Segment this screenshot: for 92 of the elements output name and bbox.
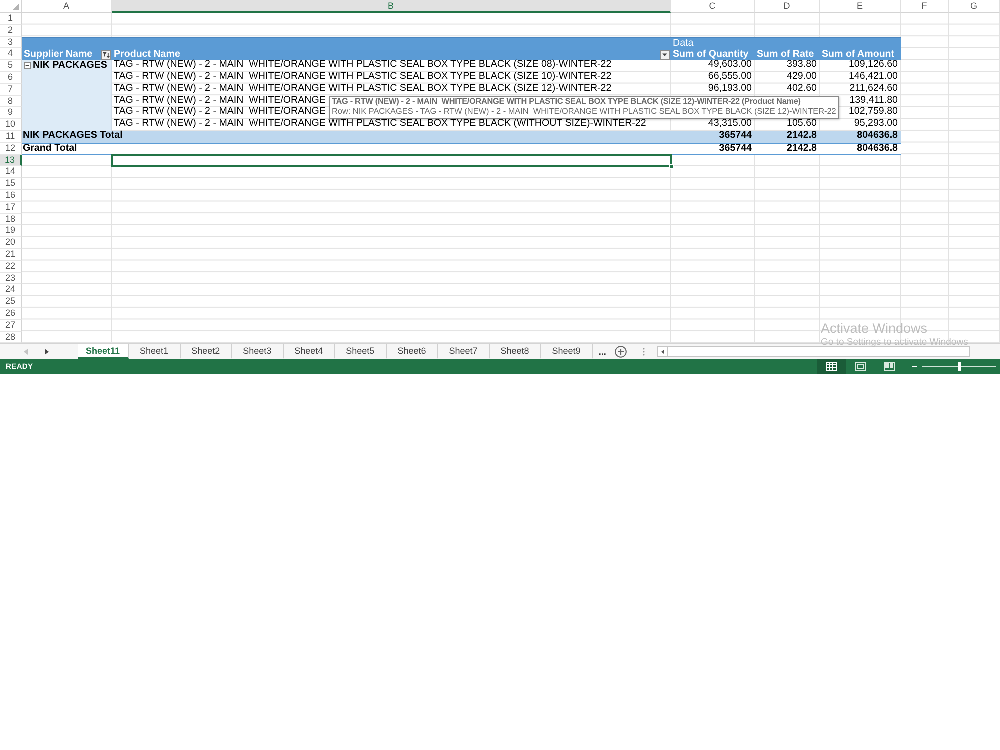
horizontal-scrollbar[interactable] — [657, 346, 970, 358]
column-header[interactable]: C — [671, 0, 755, 13]
dropdown-icon[interactable] — [660, 50, 670, 60]
quantity-cell-text: 49,603.00 — [707, 60, 753, 72]
collapse-icon[interactable] — [24, 62, 31, 70]
amount-cell-text: 139,411.80 — [848, 96, 899, 107]
zoom-slider-thumb[interactable] — [958, 362, 961, 372]
row-number[interactable]: 28 — [0, 332, 22, 344]
subtotal-cell: 365744 — [671, 130, 755, 143]
row-number[interactable]: 14 — [0, 166, 22, 178]
product-name-cell-text: TAG - RTW (NEW) - 2 - MAIN WHITE/ORANGE — [113, 96, 326, 106]
grid-icon — [826, 362, 837, 372]
grand-total-cell: 365744 — [671, 142, 755, 155]
row-number[interactable]: 6 — [0, 72, 22, 84]
amount-cell-text: 146,421.00 — [848, 72, 899, 84]
row-number[interactable]: 18 — [0, 214, 22, 226]
subtotal-cell: 804636.8 — [820, 130, 901, 143]
row-number[interactable]: 22 — [0, 260, 22, 273]
fill-handle[interactable] — [669, 164, 674, 170]
column-label: Sum of Quantity — [672, 49, 749, 60]
subtotal-label: NIK PACKAGES Total — [22, 130, 671, 143]
row-number[interactable]: 3 — [0, 36, 22, 48]
amount-cell-text: 109,126.60 — [848, 60, 899, 72]
selected-cell[interactable] — [112, 154, 671, 166]
row-number[interactable]: 4 — [0, 48, 22, 60]
more-sheets-button[interactable]: ... — [592, 344, 612, 360]
product-name-cell-text: TAG - RTW (NEW) - 2 - MAIN WHITE/ORANGE — [113, 107, 326, 118]
split-page-icon — [884, 362, 895, 372]
column-label: Sum of Rate — [756, 49, 814, 60]
column-header[interactable]: E — [820, 0, 901, 13]
row-number[interactable]: 1 — [0, 13, 22, 25]
row-number[interactable]: 9 — [0, 107, 22, 120]
filter-icon[interactable] — [101, 50, 111, 60]
row-number[interactable]: 13 — [0, 154, 22, 166]
column-label: Sum of Amount — [821, 49, 895, 60]
scroll-left-icon[interactable] — [658, 347, 668, 358]
supplier-name: NIK PACKAGES — [33, 62, 108, 70]
data-label: Data — [672, 38, 695, 50]
quantity-cell-text: 96,193.00 — [707, 84, 753, 96]
row-number[interactable]: 19 — [0, 225, 22, 238]
rate-cell-text: 105.60 — [786, 119, 818, 131]
row-number[interactable]: 15 — [0, 178, 22, 190]
sheet-tab[interactable]: Sheet11 — [78, 344, 130, 360]
subtotal-cell: 2142.8 — [755, 130, 820, 143]
normal-view-button[interactable] — [817, 359, 846, 374]
row-number[interactable]: 7 — [0, 84, 22, 96]
grand-total-cell: 2142.8 — [755, 142, 820, 155]
product-name-cell-text: TAG - RTW (NEW) - 2 - MAIN WHITE/ORANGE WITH PLASTIC SEAL BOX TYPE BLACK (SIZE 08)-WINTER-22 — [113, 60, 612, 72]
minus-icon[interactable] — [912, 366, 917, 368]
row-number[interactable]: 12 — [0, 142, 22, 155]
column-header[interactable]: F — [901, 0, 949, 13]
rate-cell-text: 402.60 — [786, 84, 818, 96]
row-number[interactable]: 27 — [0, 320, 22, 332]
tooltip-title: TAG - RTW (NEW) - 2 - MAIN WHITE/ORANGE WITH PLASTIC SEAL BOX TYPE BLACK (SIZE 12)-WINTER-22 (Product Name) — [332, 96, 802, 108]
row-number[interactable]: 2 — [0, 24, 22, 37]
product-name-cell-text: TAG - RTW (NEW) - 2 - MAIN WHITE/ORANGE WITH PLASTIC SEAL BOX TYPE BLACK (SIZE 12)-WINTER-22 — [113, 84, 612, 96]
column-header[interactable]: G — [949, 0, 1000, 13]
row-number[interactable]: 21 — [0, 248, 22, 261]
grand-total-label: Grand Total — [22, 142, 671, 155]
rate-cell-text: 429.00 — [786, 72, 818, 84]
row-number[interactable]: 20 — [0, 237, 22, 249]
grand-total-cell: 804636.8 — [820, 142, 901, 155]
triangle-icon — [13, 4, 19, 10]
row-number[interactable]: 24 — [0, 284, 22, 296]
row-number[interactable]: 11 — [0, 130, 22, 143]
rate-cell-text: 393.80 — [786, 60, 818, 72]
page-icon — [855, 362, 866, 372]
row-number[interactable]: 5 — [0, 60, 22, 72]
column-header[interactable]: D — [755, 0, 820, 13]
quantity-cell-text: 66,555.00 — [707, 72, 753, 84]
caret-right-icon[interactable] — [45, 348, 49, 355]
column-label: Supplier Name — [24, 50, 93, 61]
column-header[interactable]: A — [22, 0, 112, 13]
amount-cell-text: 95,293.00 — [853, 119, 899, 131]
drag-handle-icon[interactable] — [643, 348, 646, 356]
tooltip-text: Row: NIK PACKAGES - TAG - RTW (NEW) - 2 - MAIN WHITE/ORANGE WITH PLASTIC SEAL BOX TYPE BLACK (SIZE 12)-WINTER-22 — [332, 107, 836, 118]
row-number[interactable]: 26 — [0, 308, 22, 320]
column-label: Product Name — [114, 50, 180, 60]
row-number[interactable]: 10 — [0, 119, 22, 131]
row-number[interactable]: 25 — [0, 296, 22, 308]
product-name-cell-text: TAG - RTW (NEW) - 2 - MAIN WHITE/ORANGE WITH PLASTIC SEAL BOX TYPE BLACK (SIZE 10)-WINTER-22 — [113, 72, 612, 84]
row-number[interactable]: 16 — [0, 190, 22, 202]
amount-cell-text: 211,624.60 — [848, 84, 899, 96]
row-number[interactable]: 8 — [0, 96, 22, 108]
activation-text: Go to Settings to activate Windows — [821, 337, 968, 349]
add-icon[interactable] — [615, 346, 628, 358]
column-header[interactable]: B — [112, 0, 671, 13]
activation-title: Activate Windows — [821, 321, 929, 337]
row-number[interactable]: 23 — [0, 272, 22, 284]
row-number[interactable]: 17 — [0, 202, 22, 214]
quantity-cell-text: 43,315.00 — [707, 119, 753, 131]
product-name-cell-text: TAG - RTW (NEW) - 2 - MAIN WHITE/ORANGE WITH PLASTIC SEAL BOX TYPE BLACK (WITHOUT SIZE)-WINTER-22 — [113, 119, 646, 130]
